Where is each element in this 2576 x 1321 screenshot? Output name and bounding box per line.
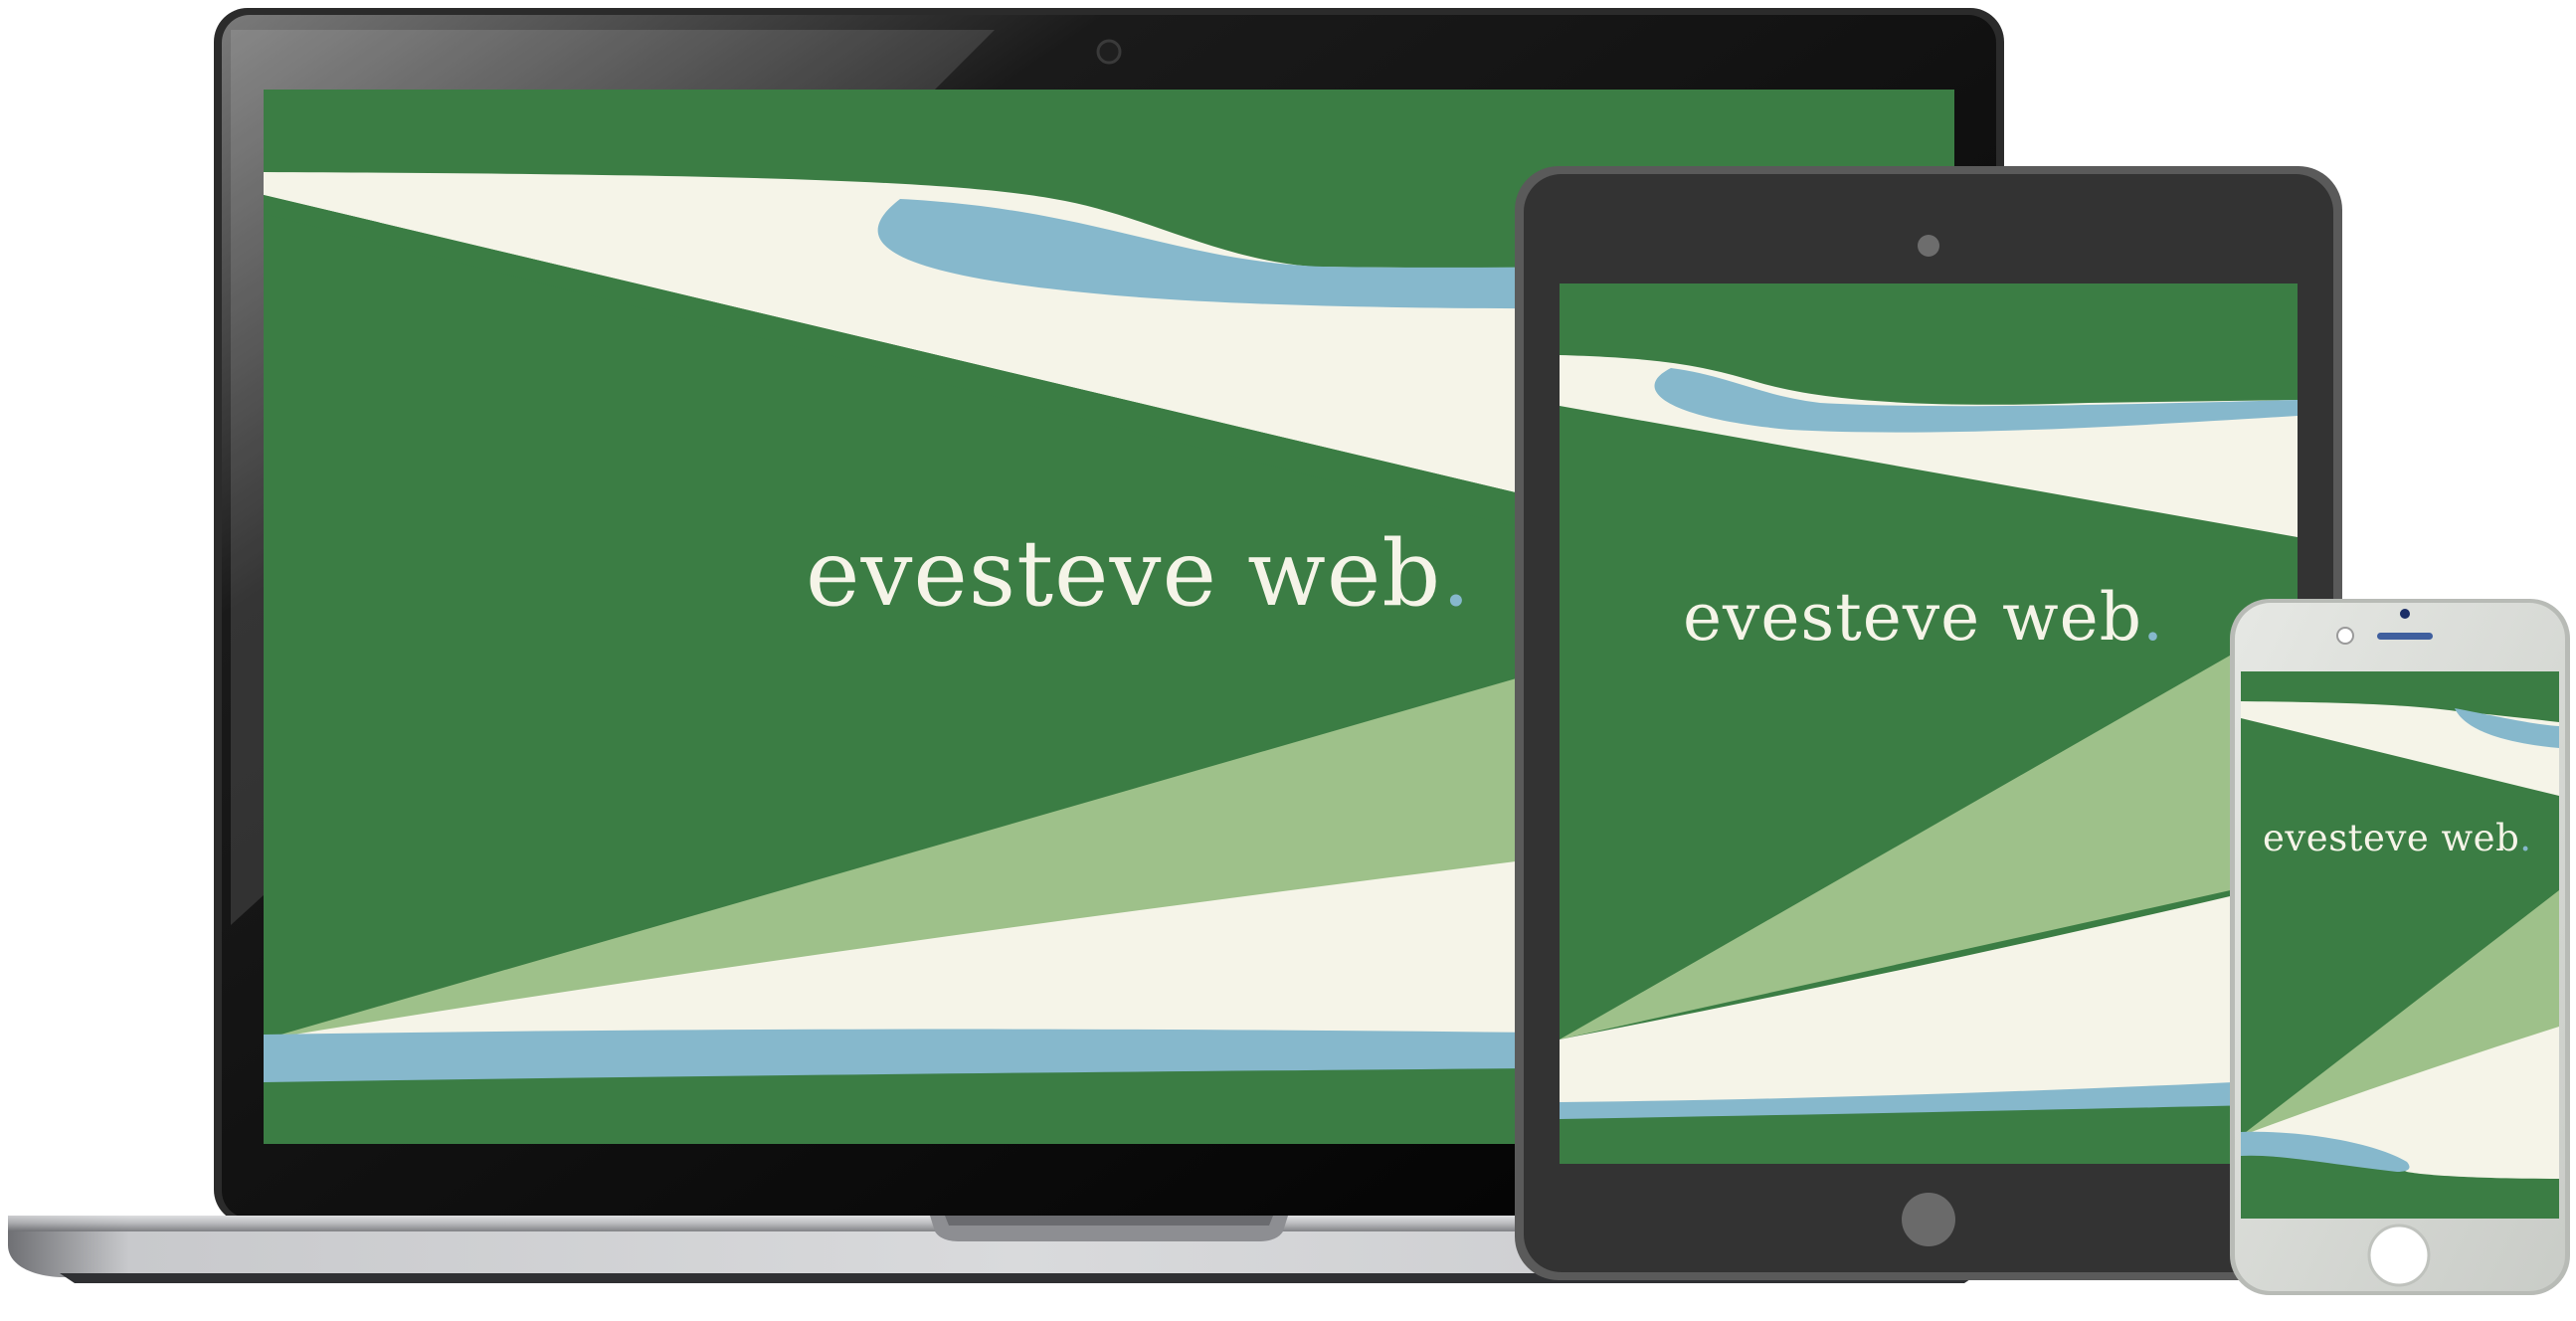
tablet: evesteve web. — [1515, 166, 2342, 1280]
home-button[interactable] — [1902, 1193, 1955, 1246]
camera-icon — [1918, 235, 1939, 257]
phone: evesteve web. — [2230, 599, 2570, 1295]
phone-screen — [2241, 671, 2559, 1219]
tablet-screen — [1560, 283, 2298, 1164]
device-mockup-scene: evesteve web. evesteve web. evesteve web… — [8, 8, 2570, 1295]
laptop-brand-title: evesteve web. — [806, 520, 1472, 627]
tablet-brand-title: evesteve web. — [1683, 579, 2164, 656]
proximity-sensor — [2336, 627, 2354, 645]
camera-icon — [2400, 609, 2410, 619]
phone-brand-title: evesteve web. — [2263, 817, 2532, 859]
home-button[interactable] — [2367, 1224, 2431, 1287]
camera-icon — [1096, 39, 1122, 65]
speaker-icon — [2377, 633, 2433, 640]
